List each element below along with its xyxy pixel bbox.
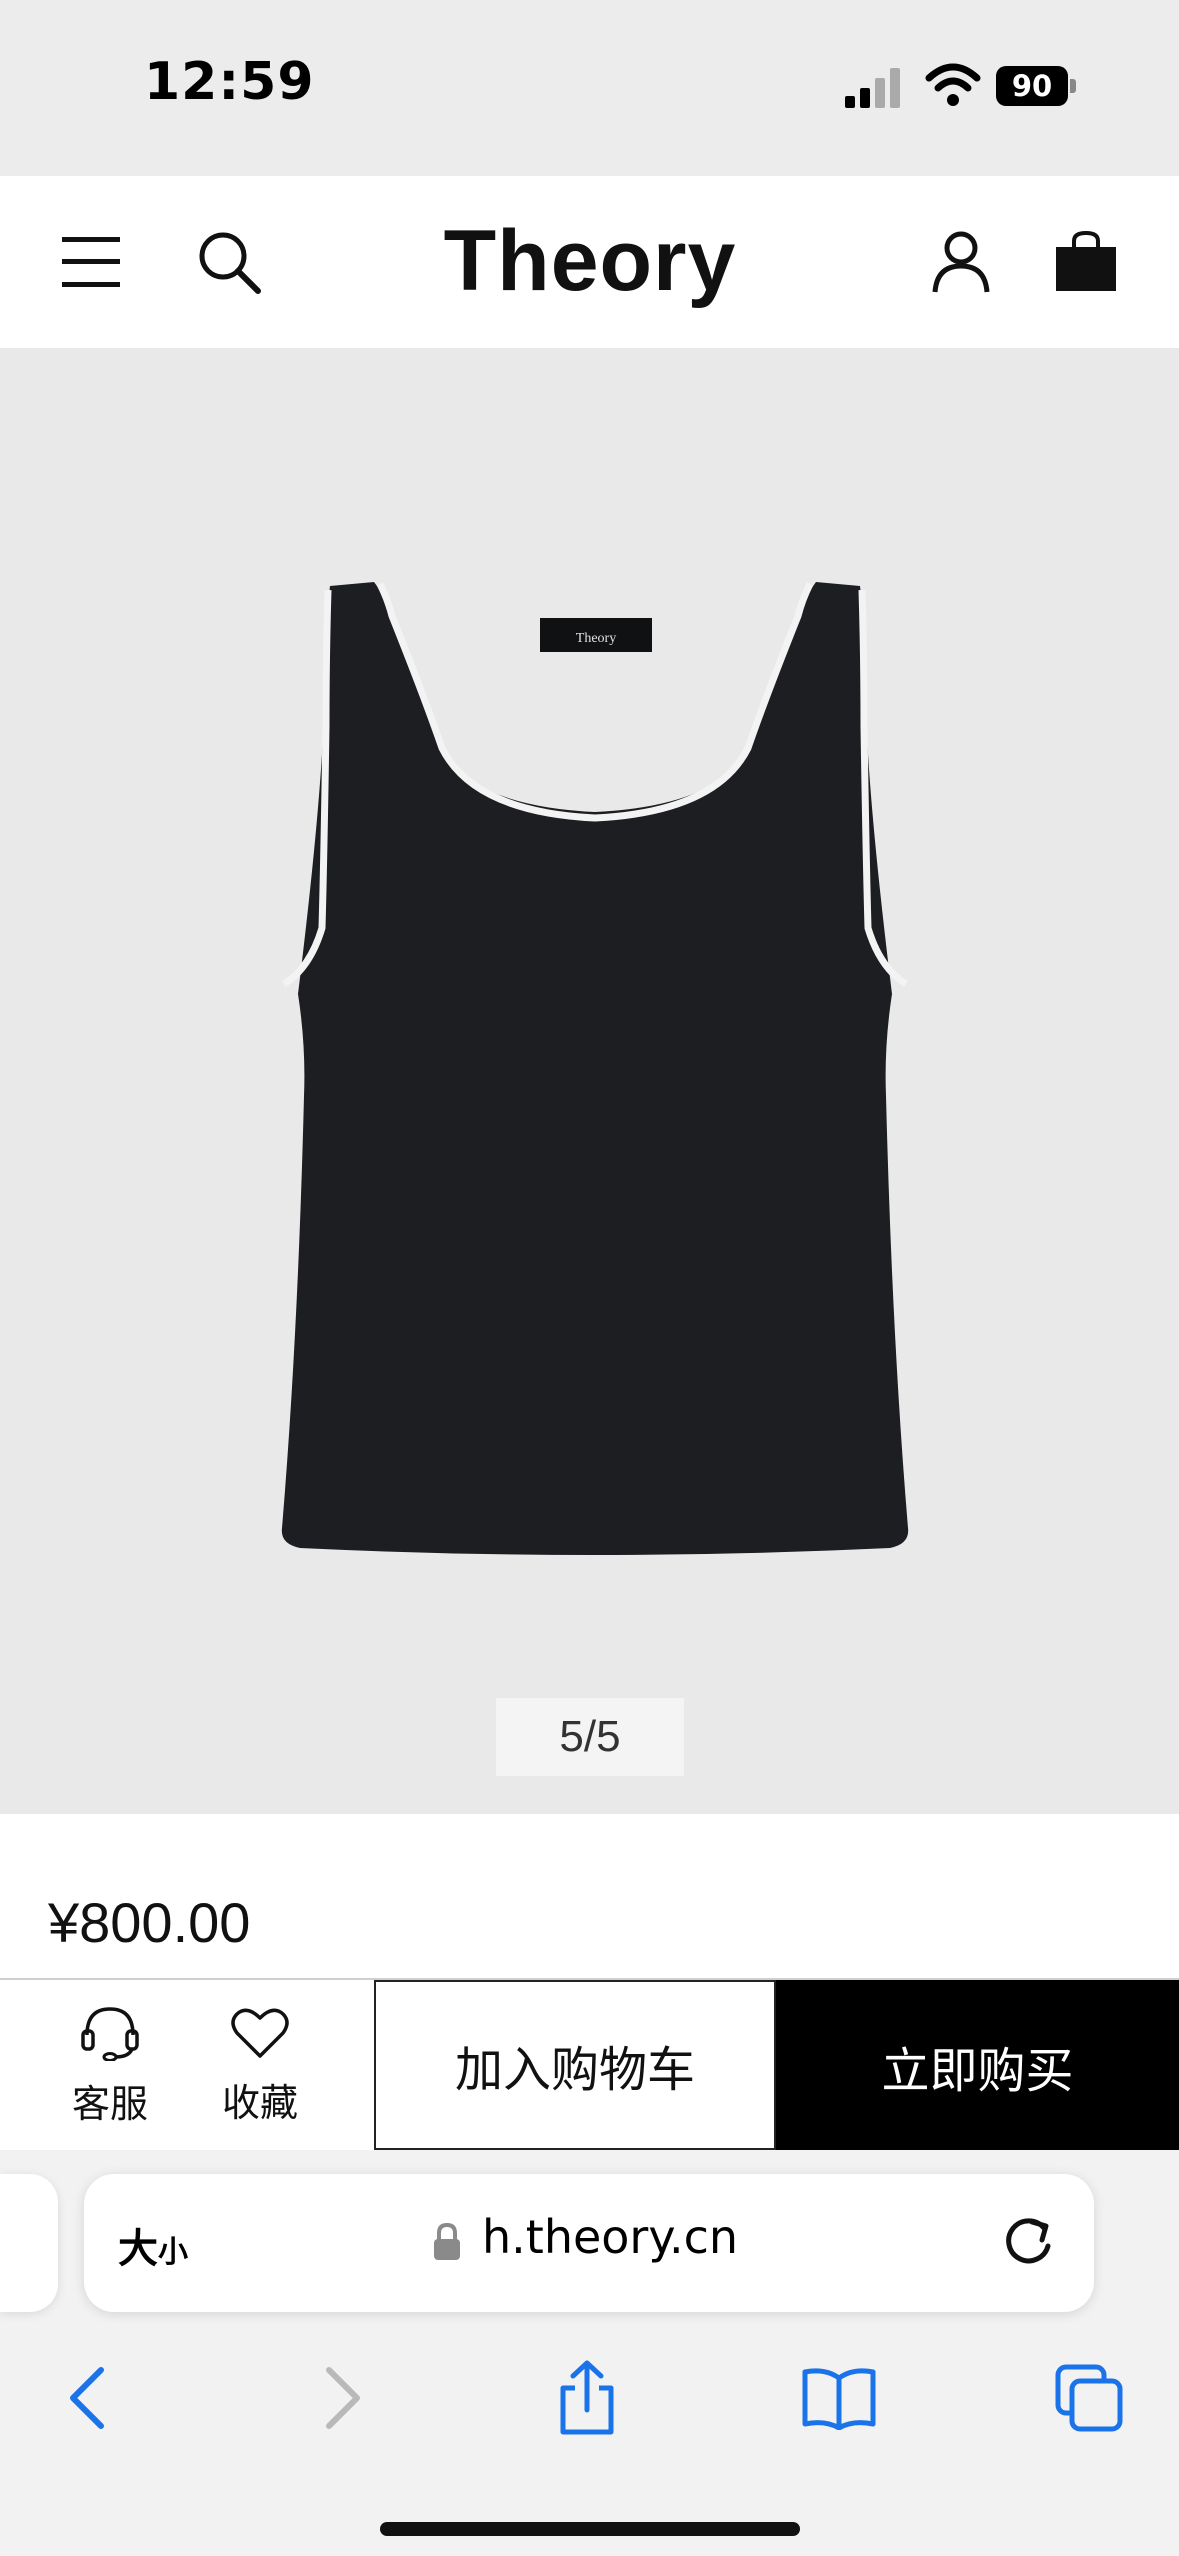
- favorite-button[interactable]: 收藏: [190, 1980, 330, 2152]
- bookmarks-icon: [802, 2368, 876, 2430]
- site-header: Theory: [0, 176, 1179, 348]
- lock-icon: [434, 2222, 460, 2260]
- brand-logo[interactable]: Theory: [390, 212, 790, 311]
- product-price: ¥800.00: [48, 1891, 251, 1954]
- share-icon: [560, 2360, 614, 2435]
- tabs-button[interactable]: [1034, 2338, 1144, 2458]
- browser-toolbar: [0, 2338, 1179, 2458]
- menu-icon: [62, 237, 120, 287]
- signal-icon: [845, 68, 900, 108]
- text-size-big: 大: [118, 2226, 158, 2272]
- forward-icon: [326, 2367, 360, 2429]
- tabs-icon: [1055, 2364, 1123, 2432]
- menu-button[interactable]: [50, 176, 132, 348]
- address-bar[interactable]: 大小 h.theory.cn: [84, 2174, 1094, 2312]
- tank-top-image: Theory: [281, 582, 909, 1555]
- home-indicator: [380, 2522, 800, 2536]
- account-icon: [932, 231, 990, 293]
- back-icon: [70, 2367, 104, 2429]
- garment-label: Theory: [576, 631, 616, 646]
- battery-indicator: 90: [996, 66, 1080, 106]
- share-button[interactable]: [532, 2338, 642, 2458]
- action-bar: 客服 收藏 加入购物车 立即购买: [0, 1978, 1179, 2152]
- headset-icon: [81, 2006, 139, 2061]
- account-button[interactable]: [916, 176, 1006, 348]
- search-icon: [199, 232, 261, 294]
- text-size-button[interactable]: 大小: [118, 2216, 188, 2274]
- shopping-bag-button[interactable]: [1044, 176, 1128, 348]
- previous-tab-preview[interactable]: [0, 2174, 58, 2312]
- customer-service-button[interactable]: 客服: [40, 1980, 180, 2152]
- reload-icon[interactable]: [998, 2210, 1062, 2274]
- heart-icon: [231, 2008, 289, 2058]
- image-counter: 5/5: [496, 1698, 684, 1776]
- wifi-icon: [925, 63, 981, 106]
- service-label: 客服: [71, 2081, 148, 2126]
- url-text[interactable]: h.theory.cn: [482, 2210, 738, 2264]
- status-bar: 12:59 90: [0, 0, 1179, 176]
- back-button[interactable]: [32, 2338, 142, 2458]
- battery-level: 90: [996, 66, 1068, 106]
- shopping-bag-icon: [1056, 231, 1116, 291]
- add-to-cart-button[interactable]: 加入购物车: [374, 1980, 776, 2150]
- buy-now-button[interactable]: 立即购买: [776, 1980, 1179, 2152]
- forward-button[interactable]: [288, 2338, 398, 2458]
- product-image[interactable]: Theory 5/5: [0, 348, 1179, 1814]
- status-time: 12:59: [144, 52, 315, 112]
- browser-chrome: 大小 h.theory.cn: [0, 2150, 1179, 2556]
- favorite-label: 收藏: [221, 2080, 298, 2125]
- search-button[interactable]: [186, 176, 272, 348]
- text-size-small: 小: [158, 2235, 188, 2270]
- bookmarks-button[interactable]: [784, 2338, 894, 2458]
